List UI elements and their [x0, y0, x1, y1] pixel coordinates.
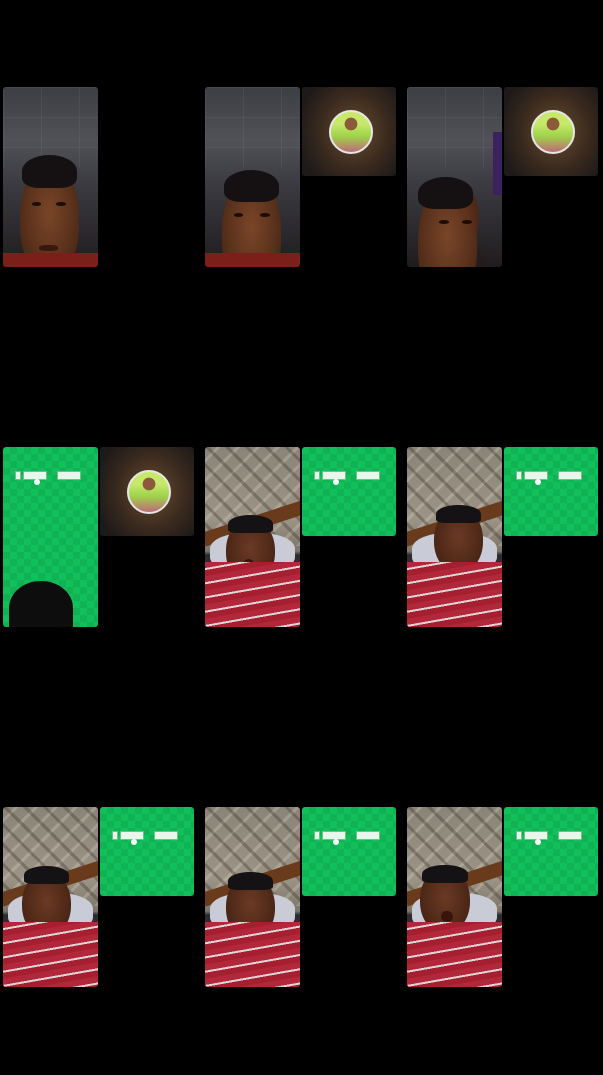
mini-screenshot-strip [314, 831, 384, 845]
mini-screenshot-strip [314, 471, 384, 485]
open-mouth [441, 911, 453, 923]
striped-shirt [205, 562, 300, 627]
mini-screenshot-strip [516, 471, 586, 485]
frame-8-green-thumbnail [302, 807, 396, 896]
frame-9-green-thumbnail [504, 807, 598, 896]
shirt [3, 252, 98, 267]
right-eye [260, 213, 270, 217]
frame-9-main-video [407, 807, 502, 987]
hair [227, 871, 274, 890]
mini-screenshot-strip [112, 831, 182, 845]
frame-3-selfie-thumbnail [504, 87, 598, 176]
mouth [39, 245, 59, 251]
frame-2-main-video [205, 87, 300, 267]
selfie-circle [127, 469, 171, 514]
frame-2-selfie-thumbnail [302, 87, 396, 176]
frame-5-green-thumbnail [302, 447, 396, 536]
left-eye [439, 220, 449, 224]
hair [422, 864, 468, 883]
frame-7-green-thumbnail [100, 807, 194, 896]
striped-shirt [407, 562, 502, 627]
video-call-storyboard: { "grid": { "rows": 3, "cols": 3 }, "fra… [0, 0, 603, 1075]
striped-shirt [407, 922, 502, 987]
hair [418, 177, 474, 210]
hair [435, 504, 482, 523]
frame-1-main-video [3, 87, 98, 267]
purple-light [492, 132, 502, 195]
striped-shirt [205, 922, 300, 987]
hair [23, 866, 70, 885]
hair [22, 155, 78, 188]
frame-8-main-video [205, 807, 300, 987]
left-eye [233, 213, 243, 217]
frame-4-selfie-thumbnail [100, 447, 194, 536]
left-eye [31, 202, 41, 206]
selfie-circle [329, 109, 373, 154]
ceiling-tiles [407, 87, 502, 168]
frame-6-green-thumbnail [504, 447, 598, 536]
frame-4-main-video [3, 447, 98, 627]
mini-screenshot-strip [15, 471, 85, 485]
right-eye [462, 220, 472, 224]
shirt [205, 252, 300, 267]
frame-5-main-video [205, 447, 300, 627]
hair [224, 169, 280, 203]
selfie-circle [531, 109, 575, 154]
frame-6-main-video [407, 447, 502, 627]
hair [227, 515, 274, 534]
right-eye [56, 202, 66, 206]
mini-screenshot-strip [516, 831, 586, 845]
frame-7-main-video [3, 807, 98, 987]
ceiling-tiles [205, 87, 300, 168]
head-silhouette [9, 581, 73, 627]
frame-3-main-video [407, 87, 502, 267]
striped-shirt [3, 922, 98, 987]
